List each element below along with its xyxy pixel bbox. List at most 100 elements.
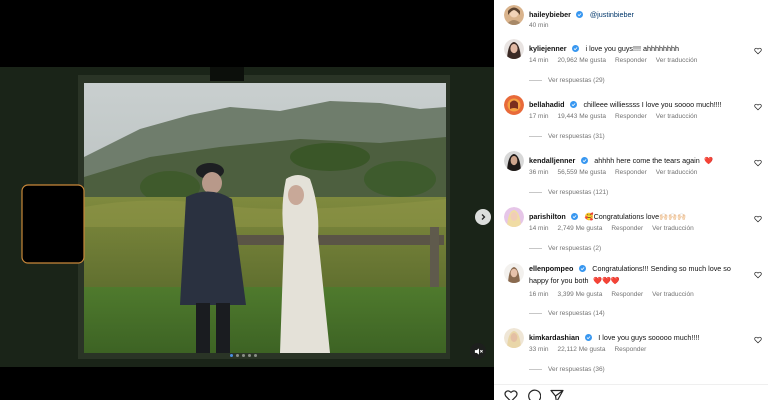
view-replies-button[interactable]: Ver respuestas (36) xyxy=(529,366,605,373)
post-timestamp: 40 min xyxy=(529,22,549,29)
replies-divider xyxy=(529,80,542,81)
comment-emoji: ❤️❤️❤️ xyxy=(593,276,620,285)
translate-button[interactable]: Ver traducción xyxy=(656,57,698,64)
comment-username[interactable]: parishilton xyxy=(529,212,566,221)
avatar[interactable] xyxy=(504,207,524,227)
carousel-dot xyxy=(248,354,251,357)
comment-text-row: kyliejenner i love you guys!!!! ahhhhhhh… xyxy=(529,42,749,54)
heart-outline-icon[interactable] xyxy=(754,271,762,279)
comment-username[interactable]: kyliejenner xyxy=(529,44,567,53)
replies-divider xyxy=(529,192,542,193)
paper-plane-icon[interactable] xyxy=(550,389,564,400)
view-replies-button[interactable]: Ver respuestas (14) xyxy=(529,310,605,317)
comment-text-row: ellenpompeo Congratulations!!! Sending s… xyxy=(529,262,749,286)
comment-body: ahhhh here come the tears again xyxy=(594,156,700,165)
comment-bubble-icon[interactable] xyxy=(527,389,541,400)
comment-item: parishilton 🥰Congratulations love🙌🏻🙌🏻🙌🏻 … xyxy=(494,206,768,261)
view-replies-label: Ver respuestas (31) xyxy=(548,133,605,140)
media-area xyxy=(0,0,494,400)
next-slide-button[interactable] xyxy=(475,209,491,225)
avatar[interactable] xyxy=(504,263,524,283)
carousel-indicator xyxy=(230,354,257,357)
comment-likes[interactable]: 20,962 Me gusta xyxy=(558,57,606,64)
comment-meta: 14 min 2,749 Me gusta Responder Ver trad… xyxy=(529,225,694,232)
translate-button[interactable]: Ver traducción xyxy=(656,169,698,176)
comment-text-row: kendalljenner ahhhh here come the tears … xyxy=(529,154,749,166)
avatar[interactable] xyxy=(504,39,524,59)
reply-button[interactable]: Responder xyxy=(615,169,647,176)
heart-outline-icon[interactable] xyxy=(754,159,762,167)
translate-button[interactable]: Ver traducción xyxy=(652,225,694,232)
heart-outline-icon[interactable] xyxy=(754,336,762,344)
comment-time: 14 min xyxy=(529,57,549,64)
comment-text-row: parishilton 🥰Congratulations love🙌🏻🙌🏻🙌🏻 xyxy=(529,210,749,222)
comment-time: 16 min xyxy=(529,291,549,298)
post-caption: haileybieber @justinbieber xyxy=(529,8,759,20)
chevron-right-icon xyxy=(481,214,486,220)
mute-button[interactable] xyxy=(470,343,486,359)
comment-username[interactable]: kimkardashian xyxy=(529,333,579,342)
view-replies-button[interactable]: Ver respuestas (31) xyxy=(529,133,605,140)
comment-item: kimkardashian I love you guys sooooo muc… xyxy=(494,327,768,382)
heart-outline-icon[interactable] xyxy=(754,103,762,111)
comment-meta: 14 min 20,962 Me gusta Responder Ver tra… xyxy=(529,57,697,64)
avatar[interactable] xyxy=(504,328,524,348)
reply-button[interactable]: Responder xyxy=(611,225,643,232)
verified-badge-icon xyxy=(571,213,579,220)
comment-meta: 33 min 22,112 Me gusta Responder xyxy=(529,346,646,353)
view-replies-label: Ver respuestas (121) xyxy=(548,189,609,196)
comment-likes[interactable]: 56,559 Me gusta xyxy=(558,169,606,176)
comment-emoji: ❤️ xyxy=(704,156,714,165)
author-mention-link[interactable]: @justinbieber xyxy=(590,10,634,19)
heart-outline-icon[interactable] xyxy=(754,47,762,55)
author-username[interactable]: haileybieber xyxy=(529,10,571,19)
comment-username[interactable]: bellahadid xyxy=(529,100,565,109)
verified-badge-icon xyxy=(580,157,588,164)
verified-badge-icon xyxy=(578,265,586,272)
comment-likes[interactable]: 19,443 Me gusta xyxy=(558,113,606,120)
view-replies-label: Ver respuestas (2) xyxy=(548,245,602,252)
comment-meta: 17 min 19,443 Me gusta Responder Ver tra… xyxy=(529,113,697,120)
view-replies-button[interactable]: Ver respuestas (121) xyxy=(529,189,608,196)
avatar[interactable] xyxy=(504,151,524,171)
view-replies-label: Ver respuestas (29) xyxy=(548,77,605,84)
heart-outline-icon[interactable] xyxy=(504,389,518,400)
comment-meta: 16 min 3,399 Me gusta Responder Ver trad… xyxy=(529,291,694,298)
translate-button[interactable]: Ver traducción xyxy=(656,113,698,120)
post-photo[interactable] xyxy=(0,67,494,367)
view-replies-button[interactable]: Ver respuestas (2) xyxy=(529,245,601,252)
comment-body: I love you guys sooooo much!!!! xyxy=(598,333,700,342)
comment-body: 🥰Congratulations love🙌🏻🙌🏻🙌🏻 xyxy=(584,212,686,221)
avatar[interactable] xyxy=(504,95,524,115)
comment-likes[interactable]: 22,112 Me gusta xyxy=(558,346,606,353)
replies-divider xyxy=(529,369,542,370)
comment-item: bellahadid chilleee williessss I love yo… xyxy=(494,94,768,149)
verified-badge-icon xyxy=(584,334,592,341)
reply-button[interactable]: Responder xyxy=(615,113,647,120)
comment-likes[interactable]: 3,399 Me gusta xyxy=(558,291,603,298)
carousel-dot xyxy=(254,354,257,357)
verified-badge-icon xyxy=(572,45,580,52)
comment-time: 33 min xyxy=(529,346,549,353)
view-replies-label: Ver respuestas (36) xyxy=(548,366,605,373)
comments-panel: haileybieber @justinbieber 40 min kyliej… xyxy=(494,0,768,400)
comment-username[interactable]: ellenpompeo xyxy=(529,264,573,273)
translate-button[interactable]: Ver traducción xyxy=(652,291,694,298)
replies-divider xyxy=(529,313,542,314)
comment-text-row: bellahadid chilleee williessss I love yo… xyxy=(529,98,749,110)
comment-item: ellenpompeo Congratulations!!! Sending s… xyxy=(494,262,768,317)
comment-text-row: kimkardashian I love you guys sooooo muc… xyxy=(529,331,749,343)
replies-divider xyxy=(529,136,542,137)
comment-meta: 36 min 56,559 Me gusta Responder Ver tra… xyxy=(529,169,697,176)
author-avatar[interactable] xyxy=(504,5,524,25)
view-replies-button[interactable]: Ver respuestas (29) xyxy=(529,77,605,84)
comment-likes[interactable]: 2,749 Me gusta xyxy=(558,225,603,232)
reply-button[interactable]: Responder xyxy=(614,346,646,353)
view-replies-label: Ver respuestas (14) xyxy=(548,310,605,317)
reply-button[interactable]: Responder xyxy=(611,291,643,298)
heart-outline-icon[interactable] xyxy=(754,215,762,223)
reply-button[interactable]: Responder xyxy=(615,57,647,64)
comment-username[interactable]: kendalljenner xyxy=(529,156,575,165)
post-caption-row: haileybieber @justinbieber 40 min xyxy=(494,0,768,34)
carousel-dot-active xyxy=(230,354,233,357)
